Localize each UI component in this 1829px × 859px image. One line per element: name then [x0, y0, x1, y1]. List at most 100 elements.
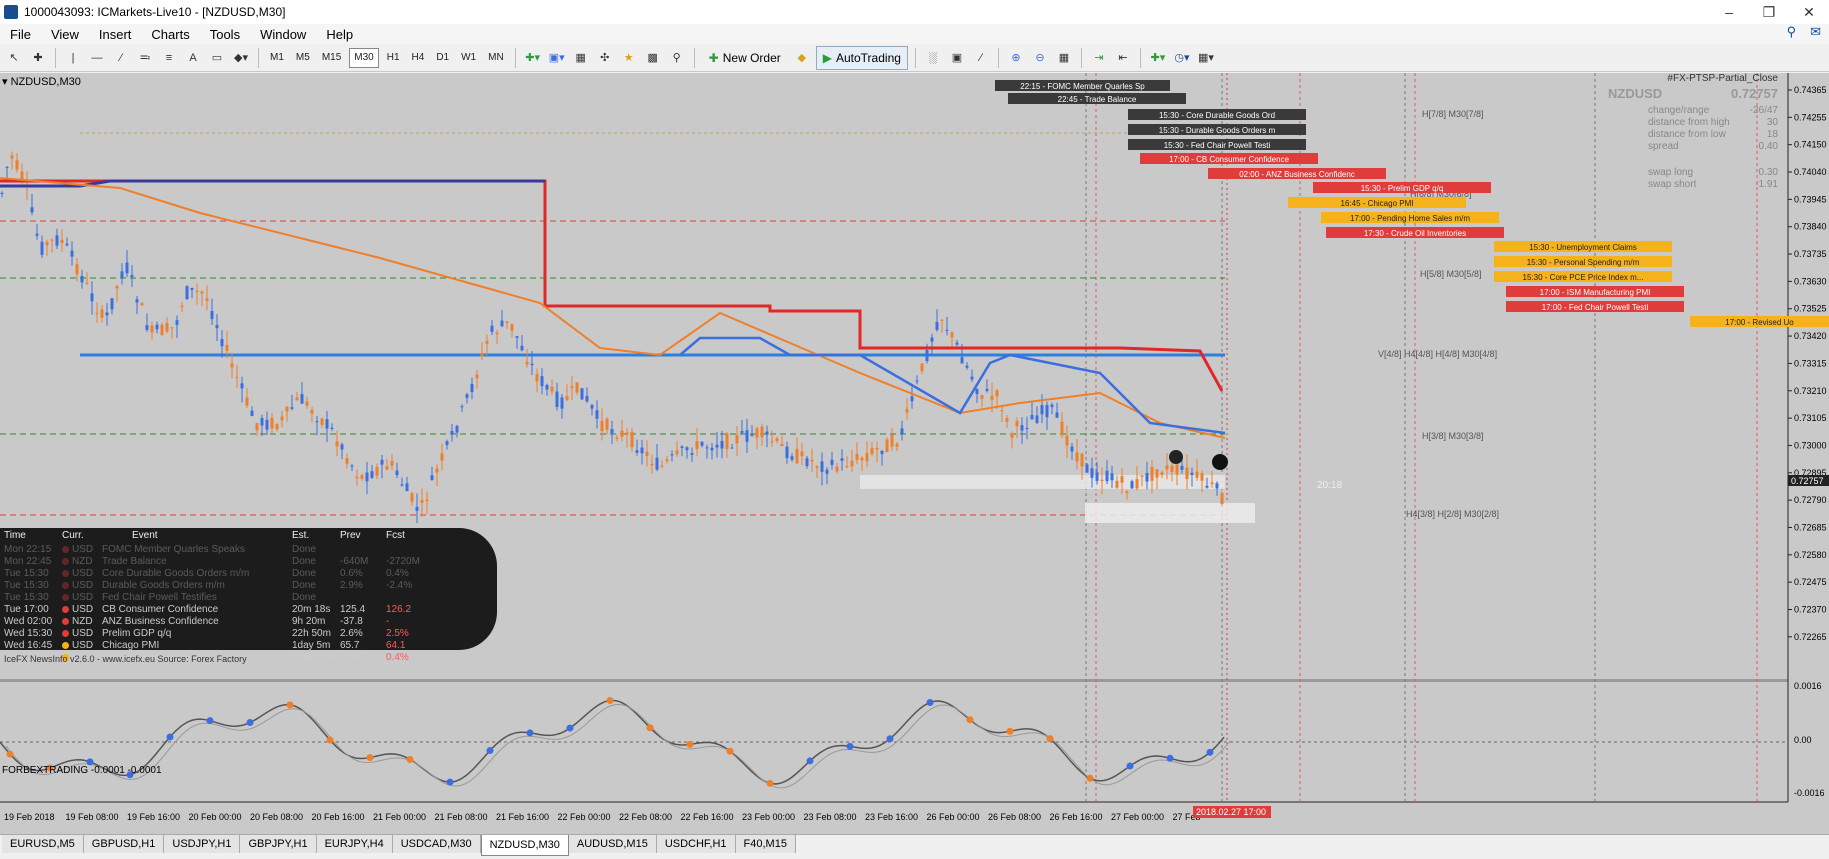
tf-m5[interactable]: M5: [292, 49, 314, 67]
zoom-in-icon[interactable]: ⊕: [1006, 48, 1026, 68]
fibo-icon[interactable]: ≡: [159, 48, 179, 68]
navigator-icon[interactable]: ★: [619, 48, 639, 68]
menu-file[interactable]: File: [0, 27, 41, 42]
periods-icon[interactable]: ◷▾: [1172, 48, 1192, 68]
chart-tab[interactable]: USDJPY,H1: [164, 835, 241, 853]
channel-icon[interactable]: ≕: [135, 48, 155, 68]
info-row: change/range -26/47: [1608, 105, 1778, 117]
profiles-icon[interactable]: ▣▾: [547, 48, 567, 68]
new-order-button[interactable]: ✚ New Order: [702, 46, 788, 70]
candle-body: [285, 406, 289, 412]
candle-body: [910, 396, 914, 402]
search-icon[interactable]: ⚲: [1787, 24, 1797, 40]
bar-chart-icon[interactable]: ░: [923, 48, 943, 68]
news-est: 22h 50m: [292, 627, 331, 639]
chart-tab[interactable]: USDCHF,H1: [656, 835, 736, 853]
chart-tab[interactable]: USDCAD,M30: [392, 835, 481, 853]
close-icon[interactable]: ✕: [1789, 0, 1829, 24]
tester-icon[interactable]: ⚲: [667, 48, 687, 68]
candle-body: [785, 446, 789, 459]
vertical-line-icon[interactable]: |: [63, 48, 83, 68]
candle-body: [1115, 480, 1119, 488]
price-tick-label: 0.73945: [1794, 194, 1827, 204]
candle-body: [900, 428, 904, 434]
candlestick-icon[interactable]: ▣: [947, 48, 967, 68]
indicators-icon[interactable]: ✚▾: [1148, 48, 1168, 68]
news-prev: 0.6%: [340, 567, 363, 579]
price-chart[interactable]: 0.74365 0.74255 0.74150 0.74040 0.73945 0.738…: [0, 73, 1829, 834]
candle-body: [685, 447, 689, 451]
chart-tab[interactable]: GBPJPY,H1: [240, 835, 317, 853]
menu-tools[interactable]: Tools: [200, 27, 250, 42]
chart-tab[interactable]: NZDUSD,M30: [480, 835, 569, 856]
autotrading-button[interactable]: ▶ AutoTrading: [815, 45, 908, 70]
tile-windows-icon[interactable]: ▦: [1054, 48, 1074, 68]
candle-body: [210, 311, 214, 320]
autoscroll-icon[interactable]: ⇥: [1089, 48, 1109, 68]
chat-icon[interactable]: ✉: [1810, 24, 1821, 40]
candle-body: [625, 432, 629, 435]
zoom-out-icon[interactable]: ⊖: [1030, 48, 1050, 68]
templates-icon[interactable]: ▦▾: [1196, 48, 1216, 68]
chart-tab[interactable]: GBPUSD,H1: [83, 835, 165, 853]
candle-body: [995, 390, 999, 397]
label-tool-icon[interactable]: ▭: [207, 48, 227, 68]
chart-shift-icon[interactable]: ⇤: [1113, 48, 1133, 68]
tf-h4[interactable]: H4: [408, 49, 429, 67]
tf-m15[interactable]: M15: [318, 49, 345, 67]
candle-body: [260, 417, 264, 426]
terminal-icon[interactable]: ▩: [643, 48, 663, 68]
new-chart-icon[interactable]: ✚▾: [523, 48, 543, 68]
osc-dot: [6, 750, 14, 758]
crosshair-icon[interactable]: ✚: [28, 48, 48, 68]
news-currency-code: USD: [72, 639, 94, 651]
candle-body: [935, 322, 939, 331]
candle-body: [425, 499, 429, 502]
market-watch-icon[interactable]: ▦: [571, 48, 591, 68]
candle-body: [50, 239, 54, 241]
trendline-icon[interactable]: ∕: [111, 48, 131, 68]
candle-body: [1170, 465, 1174, 473]
menu-insert[interactable]: Insert: [89, 27, 142, 42]
chart-tabs: EURUSD,M5 GBPUSD,H1 USDJPY,H1 GBPJPY,H1 EURJ…: [0, 834, 1829, 859]
menu-help[interactable]: Help: [316, 27, 363, 42]
menu-view[interactable]: View: [41, 27, 89, 42]
candle-body: [1140, 475, 1144, 477]
cursor-icon[interactable]: ↖: [4, 48, 24, 68]
menu-charts[interactable]: Charts: [141, 27, 199, 42]
candle-body: [730, 447, 734, 449]
tf-mn[interactable]: MN: [484, 49, 508, 67]
news-row: Tue 17:00 USD CB Consumer Confidence 20m 18…: [0, 603, 497, 615]
minimize-icon[interactable]: –: [1709, 0, 1749, 24]
restore-icon[interactable]: ❐: [1749, 0, 1789, 24]
chart-tab[interactable]: F40,M15: [735, 835, 796, 853]
chart-tab[interactable]: EURJPY,H4: [316, 835, 393, 853]
chart-tab[interactable]: EURUSD,M5: [2, 835, 84, 853]
news-event: ANZ Business Confidence: [102, 615, 219, 627]
price-tick-label: 0.74365: [1794, 85, 1827, 95]
candle-body: [750, 434, 754, 436]
horizontal-line-icon[interactable]: —: [87, 48, 107, 68]
candle-body: [75, 264, 79, 275]
tf-m1[interactable]: M1: [266, 49, 288, 67]
tf-m30[interactable]: M30: [349, 47, 379, 68]
metaeditor-icon[interactable]: ◆: [792, 48, 812, 68]
menu-window[interactable]: Window: [250, 27, 316, 42]
chart-tab[interactable]: AUDUSD,M15: [568, 835, 657, 853]
tf-d1[interactable]: D1: [432, 49, 453, 67]
candle-body: [870, 448, 874, 454]
candle-body: [845, 466, 849, 468]
tf-w1[interactable]: W1: [457, 49, 480, 67]
tf-h1[interactable]: H1: [383, 49, 404, 67]
news-col-est: Est.: [292, 530, 310, 541]
candle-body: [770, 441, 774, 443]
shapes-icon[interactable]: ◆▾: [231, 48, 251, 68]
line-chart-icon[interactable]: ∕: [971, 48, 991, 68]
news-fcst: -2720M: [386, 555, 420, 567]
candle-body: [55, 235, 59, 246]
title-bar: 1000043093: ICMarkets-Live10 - [NZDUSD,M…: [0, 0, 1829, 24]
candle-body: [895, 443, 899, 447]
text-tool-icon[interactable]: A: [183, 48, 203, 68]
chart-window[interactable]: 0.74365 0.74255 0.74150 0.74040 0.73945 0.738…: [0, 73, 1829, 834]
data-window-icon[interactable]: ✣: [595, 48, 615, 68]
